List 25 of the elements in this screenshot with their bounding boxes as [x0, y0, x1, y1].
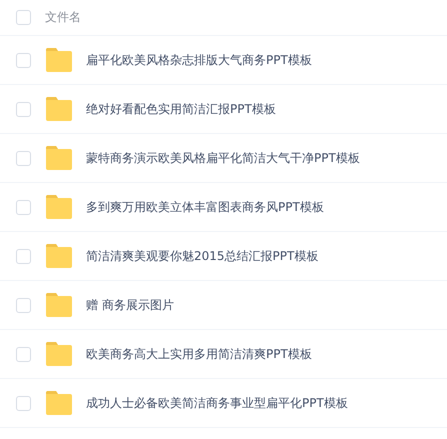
checkbox[interactable]: [16, 346, 31, 362]
file-name[interactable]: 蒙特商务演示欧美风格扁平化简洁大气干净PPT模板: [86, 150, 360, 166]
file-name[interactable]: 成功人士必备欧美简洁商务事业型扁平化PPT模板: [86, 394, 348, 412]
folder-icon: [45, 48, 73, 72]
folder-icon: [45, 244, 73, 268]
folder-icon: [45, 293, 73, 317]
folder-icon: [45, 195, 73, 219]
file-name[interactable]: 简洁清爽美观要你魅2015总结汇报PPT模板: [86, 248, 318, 264]
file-name[interactable]: 绝对好看配色实用简洁汇报PPT模板: [86, 100, 276, 118]
checkbox[interactable]: [16, 52, 31, 68]
file-name[interactable]: 欧美商务高大上实用多用简洁清爽PPT模板: [86, 346, 312, 362]
checkbox[interactable]: [16, 200, 31, 214]
folder-icon: [45, 97, 73, 121]
folder-icon: [45, 342, 73, 366]
folder-icon: [45, 146, 73, 170]
checkbox[interactable]: [16, 10, 31, 25]
checkbox[interactable]: [16, 396, 31, 410]
checkbox[interactable]: [16, 150, 31, 166]
file-name[interactable]: 赠 商务展示图片: [86, 296, 174, 314]
folder-icon: [45, 391, 73, 415]
file-name[interactable]: 扁平化欧美风格杂志排版大气商务PPT模板: [86, 52, 312, 68]
file-name[interactable]: 多到爽万用欧美立体丰富图表商务风PPT模板: [86, 198, 324, 216]
checkbox[interactable]: [16, 298, 31, 312]
checkbox[interactable]: [16, 248, 31, 264]
checkbox[interactable]: [16, 102, 31, 116]
